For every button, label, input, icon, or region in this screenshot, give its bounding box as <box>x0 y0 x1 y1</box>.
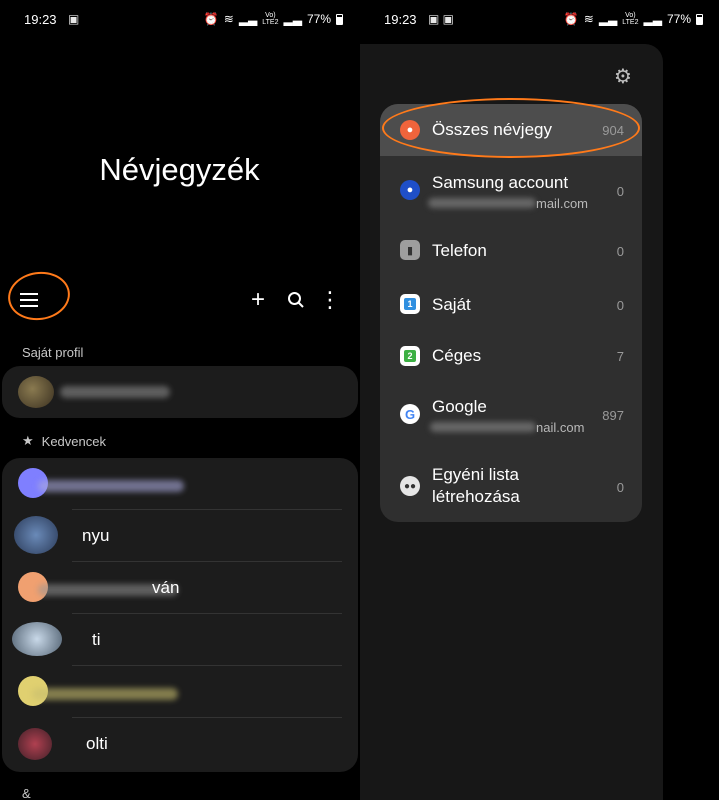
redacted-name <box>60 386 170 398</box>
status-bar: 19:23 ▣ ▣ ⏰ ≋ ▂▃ Vo) LTE2 ▂▃ 77% <box>360 0 719 40</box>
signal-icon: ▂▃ <box>283 12 302 26</box>
star-icon: ★ <box>22 433 34 448</box>
signal-icon: ▂▃ <box>238 12 258 26</box>
my-profile-label: Saját profil <box>22 345 84 360</box>
google-icon: G <box>400 404 420 424</box>
notification-icon: ▣ <box>68 12 80 26</box>
menu-item-google[interactable]: G Google nail.com 897 <box>380 382 642 448</box>
menu-item-phone[interactable]: ▮ Telefon 0 <box>380 222 642 280</box>
search-icon[interactable] <box>282 286 310 314</box>
menu-item-samsung-account[interactable]: ● Samsung account mail.com 0 <box>380 156 642 222</box>
list-item[interactable]: ván <box>2 562 358 614</box>
battery-level: 77% <box>306 12 331 26</box>
list-item[interactable]: ti <box>2 614 358 666</box>
add-contact-icon[interactable]: + <box>244 286 272 314</box>
menu-item-sim2[interactable]: 2 Céges 7 <box>380 330 642 382</box>
my-profile-card[interactable] <box>2 366 358 418</box>
list-item[interactable] <box>2 666 358 718</box>
settings-icon[interactable]: ⚙ <box>614 64 632 89</box>
sim1-icon: 1 <box>400 294 420 314</box>
menu-item-create-group[interactable]: ●● Egyéni lista létrehozása 0 <box>380 448 642 522</box>
wifi-icon: ≋ <box>583 12 594 26</box>
redacted-email <box>430 422 536 432</box>
group-icon: ●● <box>400 476 420 496</box>
notification-icon: ▣ ▣ <box>428 12 455 26</box>
redacted-name <box>32 688 178 700</box>
avatar <box>12 622 62 656</box>
contacts-screen: 19:23 ▣ ⏰ ≋ ▂▃ Vo) LTE2 ▂▃ 77% Névjegyzék… <box>0 0 359 800</box>
status-time: 19:23 <box>24 12 57 27</box>
avatar <box>18 728 52 760</box>
account-filter-menu: ● Összes névjegy 904 ● Samsung account m… <box>380 104 642 522</box>
signal-icon: ▂▃ <box>598 12 618 26</box>
battery-level: 77% <box>666 12 691 26</box>
status-bar: 19:23 ▣ ⏰ ≋ ▂▃ Vo) LTE2 ▂▃ 77% <box>0 0 359 40</box>
avatar <box>14 516 58 554</box>
more-options-icon[interactable]: ⋮ <box>316 286 344 314</box>
battery-icon <box>696 13 703 25</box>
list-item[interactable]: olti <box>2 718 358 770</box>
avatar <box>18 376 54 408</box>
wifi-icon: ≋ <box>223 12 234 26</box>
redacted-email <box>428 198 536 208</box>
redacted-name <box>38 480 184 492</box>
alarm-icon: ⏰ <box>203 12 219 26</box>
page-title: Névjegyzék <box>99 152 260 187</box>
list-item[interactable] <box>2 458 358 510</box>
phone-icon: ▮ <box>400 240 420 260</box>
network-type: Vo) LTE2 <box>262 12 279 26</box>
sim2-icon: 2 <box>400 346 420 366</box>
signal-icon: ▂▃ <box>643 12 662 26</box>
section-index: & <box>22 786 31 800</box>
battery-icon <box>336 13 343 25</box>
network-type: Vo) LTE2 <box>622 12 639 26</box>
favourites-header: ★ Kedvencek <box>22 433 106 449</box>
status-time: 19:23 <box>384 12 417 27</box>
samsung-account-icon: ● <box>400 180 420 200</box>
alarm-icon: ⏰ <box>563 12 579 26</box>
menu-item-sim1[interactable]: 1 Saját 0 <box>380 280 642 330</box>
favourites-list: nyu ván ti olti <box>2 458 358 772</box>
list-item[interactable]: nyu <box>2 510 358 562</box>
annotation-circle <box>382 98 640 158</box>
